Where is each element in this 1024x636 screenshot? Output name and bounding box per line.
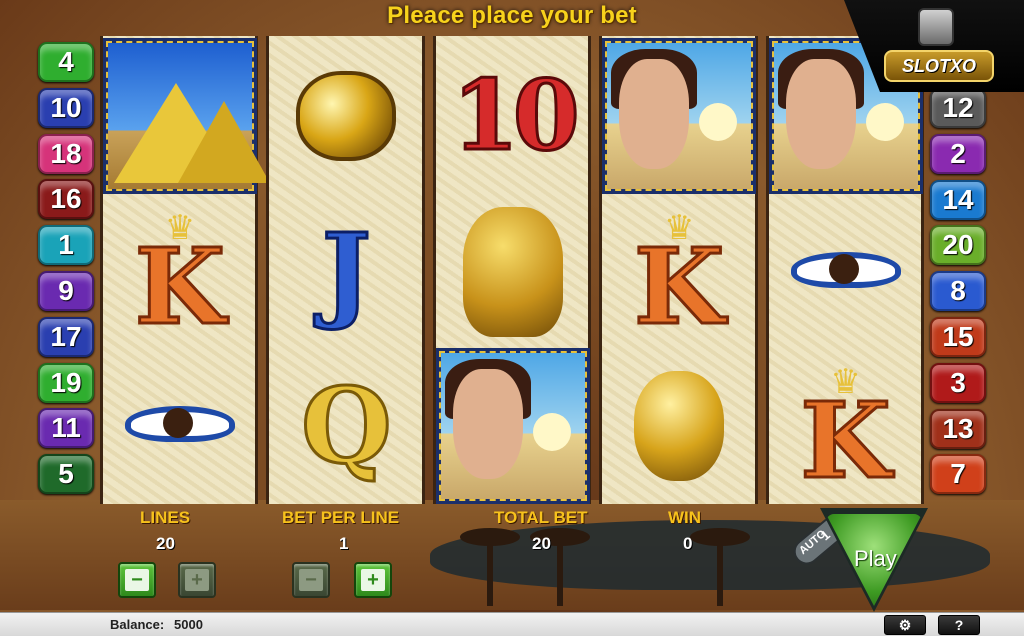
lines-increase-button[interactable]: + [178,562,216,598]
payline-indicator[interactable]: 2 [930,133,986,174]
crown-icon: ♛ [663,209,695,247]
king-symbol: ♛ K [133,209,226,348]
ten-symbol: 10 [451,59,582,172]
reel: 10 [432,36,592,504]
pyramids-symbol [103,38,270,194]
payline-indicators-left: 4 10 18 16 1 9 17 19 11 5 [38,42,94,500]
king-symbol: ♛ K [633,209,726,348]
payline-indicator[interactable]: 11 [38,408,94,449]
lines-value: 20 [156,534,175,553]
crown-icon: ♛ [830,363,861,401]
bet-per-line-label: BET PER LINE [282,508,400,527]
win-label: WIN [668,508,702,527]
reel: J Q [266,36,425,504]
reel: ♛ K [100,36,270,504]
balance-value: 5000 [174,617,203,632]
scarab-symbol [602,348,756,504]
play-button[interactable]: Play [820,508,930,612]
bet-per-line-value: 1 [339,534,349,553]
payline-indicator[interactable]: 15 [930,316,986,357]
lines-decrease-button[interactable]: − [118,562,156,598]
payline-indicator[interactable]: 18 [38,133,94,174]
payline-indicator[interactable]: 10 [38,87,94,128]
bet-decrease-button[interactable]: − [292,562,330,598]
payline-indicators-right: 12 2 14 20 8 15 3 13 7 [930,88,986,500]
payline-indicator[interactable]: 4 [38,42,94,82]
payline-indicator[interactable]: 12 [930,88,986,128]
payline-indicator[interactable]: 1 [38,225,94,266]
status-bar: Balance: 5000 ⚙ ? [0,612,1024,636]
cleopatra-symbol [435,348,590,504]
payline-indicator[interactable]: 8 [930,271,986,312]
payline-indicator[interactable]: 13 [930,408,986,449]
balance-label: Balance: [110,617,165,632]
bet-increase-button[interactable]: + [354,562,392,598]
queen-symbol: Q [300,364,394,487]
reel: ♛ K [599,36,758,504]
reel-grid: ♛ K J Q 10 ♛ K ♛ K [96,36,928,506]
payline-indicator[interactable]: 17 [38,316,94,357]
payline-indicator[interactable]: 5 [38,454,94,495]
gold-ring-symbol [269,38,423,194]
pharaoh-symbol [436,194,590,350]
jack-symbol: J [320,210,372,333]
lines-label: LINES [140,508,191,527]
reel: ♛ K [765,36,925,504]
total-bet-label: TOTAL BET [494,508,588,527]
eye-of-horus-symbol [103,348,257,504]
crown-icon: ♛ [164,209,196,247]
cleopatra-symbol [602,38,757,194]
slot-machine-icon [918,8,954,46]
payline-indicator[interactable]: 16 [38,179,94,220]
eye-of-horus-symbol [769,194,923,350]
win-value: 0 [683,534,693,553]
payline-indicator[interactable]: 9 [38,270,94,311]
total-bet-value: 20 [532,534,551,553]
payline-indicator[interactable]: 19 [38,362,94,403]
help-button[interactable]: ? [938,615,980,635]
settings-button[interactable]: ⚙ [884,615,926,635]
gear-icon: ⚙ [898,616,912,633]
payline-indicator[interactable]: 7 [930,454,986,495]
payline-indicator[interactable]: 14 [930,179,986,220]
king-symbol: ♛ K [799,363,892,502]
payline-indicator[interactable]: 20 [930,225,986,266]
payline-indicator[interactable]: 3 [930,362,986,403]
brand-logo: SLOTXO [884,50,994,82]
